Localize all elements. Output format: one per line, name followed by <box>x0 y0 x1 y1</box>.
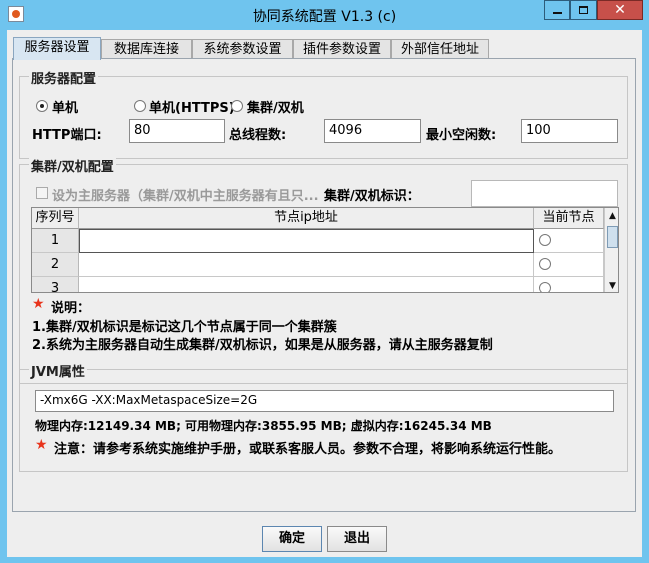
tab-system-params[interactable]: 系统参数设置 <box>192 39 293 59</box>
scroll-up-arrow-icon[interactable]: ▲ <box>605 208 618 224</box>
note-line-2: 2.系统为主服务器自动生成集群/双机标识，如果是从服务器，请从主服务器复制 <box>32 338 493 353</box>
server-config-title: 服务器配置 <box>29 68 99 87</box>
row-seq: 1 <box>32 229 79 253</box>
tab-trusted-addresses[interactable]: 外部信任地址 <box>391 39 489 59</box>
http-port-input[interactable]: 80 <box>129 119 225 143</box>
scroll-down-arrow-icon[interactable]: ▼ <box>605 278 618 292</box>
mode-cluster-radio[interactable] <box>231 100 243 112</box>
mode-https-radio[interactable] <box>134 100 146 112</box>
minimize-button[interactable] <box>544 0 570 20</box>
mode-cluster-label: 集群/双机 <box>247 101 304 116</box>
title-bar[interactable]: 协同系统配置 V1.3 (c) ✕ <box>0 0 649 30</box>
memory-info: 物理内存:12149.34 MB; 可用物理内存:3855.95 MB; 虚拟内… <box>35 419 492 433</box>
scroll-thumb[interactable] <box>607 226 618 248</box>
app-window: 协同系统配置 V1.3 (c) ✕ 服务器设置 数据库连接 系统参数设置 插件参… <box>0 0 649 563</box>
col-seq-header[interactable]: 序列号 <box>32 208 79 229</box>
close-icon: ✕ <box>614 2 626 18</box>
row-current-radio[interactable] <box>539 258 551 270</box>
warning-star-icon: ★ <box>35 437 48 453</box>
star-icon: ★ <box>32 296 45 312</box>
table-scrollbar[interactable]: ▲ ▼ <box>604 208 618 292</box>
server-settings-panel: 服务器配置 单机 单机(HTTPS) 集群/双机 HTTP端口: 80 总线程数… <box>12 58 636 512</box>
row-current-cell <box>534 277 604 292</box>
tab-server-settings[interactable]: 服务器设置 <box>13 37 101 60</box>
note-title: 说明： <box>51 301 91 316</box>
dialog-body: 服务器设置 数据库连接 系统参数设置 插件参数设置 外部信任地址 服务器配置 单… <box>7 30 642 557</box>
col-ip-header[interactable]: 节点ip地址 <box>79 208 534 229</box>
set-master-label: 设为主服务器（集群/双机中主服务器有且只... <box>52 189 319 204</box>
exit-button[interactable]: 退出 <box>327 526 387 552</box>
total-threads-input[interactable]: 4096 <box>324 119 421 143</box>
row-seq: 2 <box>32 253 79 277</box>
mode-https-label: 单机(HTTPS) <box>149 101 235 116</box>
cluster-id-input[interactable] <box>471 180 618 207</box>
row-current-radio[interactable] <box>539 234 551 246</box>
row-ip-cell[interactable] <box>79 277 534 292</box>
row-current-radio[interactable] <box>539 282 551 292</box>
row-ip-cell[interactable] <box>79 253 534 277</box>
total-threads-label: 总线程数: <box>229 128 287 143</box>
row-ip-cell[interactable] <box>79 229 534 253</box>
jvm-warning: 注意：请参考系统实施维护手册，或联系客服人员。参数不合理，将影响系统运行性能。 <box>54 442 562 457</box>
mode-standalone-label: 单机 <box>52 101 79 116</box>
server-config-group: 服务器配置 <box>19 68 628 159</box>
row-current-cell <box>534 229 604 253</box>
cluster-config-title: 集群/双机配置 <box>29 156 116 175</box>
tab-database-connection[interactable]: 数据库连接 <box>101 39 192 59</box>
min-idle-label: 最小空闲数: <box>426 128 497 143</box>
node-table: 序列号 节点ip地址 当前节点 1 2 3 ▲ ▼ <box>31 207 619 293</box>
note-line-1: 1.集群/双机标识是标记这几个节点属于同一个集群簇 <box>32 320 337 335</box>
maximize-button[interactable] <box>570 0 597 20</box>
close-button[interactable]: ✕ <box>597 0 643 20</box>
col-current-header[interactable]: 当前节点 <box>534 208 604 229</box>
tab-plugin-params[interactable]: 插件参数设置 <box>293 39 391 59</box>
cluster-id-label: 集群/双机标识： <box>324 189 420 204</box>
min-idle-input[interactable]: 100 <box>521 119 618 143</box>
jvm-args-input[interactable]: -Xmx6G -XX:MaxMetaspaceSize=2G <box>35 390 614 412</box>
mode-standalone-radio[interactable] <box>36 100 48 112</box>
jvm-title: JVM属性 <box>29 361 87 380</box>
row-current-cell <box>534 253 604 277</box>
http-port-label: HTTP端口: <box>32 128 102 143</box>
ok-button[interactable]: 确定 <box>262 526 322 552</box>
row-seq: 3 <box>32 277 79 292</box>
set-master-checkbox[interactable] <box>36 187 48 199</box>
